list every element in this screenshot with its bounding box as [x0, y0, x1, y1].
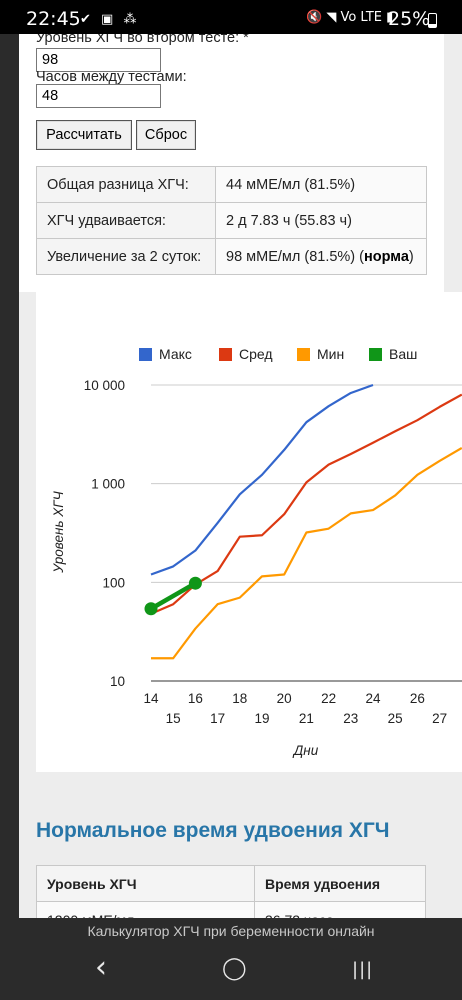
legend-label: Сред: [239, 346, 273, 362]
hours-label: Часов между тестами:: [36, 69, 187, 85]
x-tick-label: 14: [143, 691, 159, 706]
legend-swatch: [369, 348, 382, 361]
web-page[interactable]: Уровень ХГЧ во втором тесте: * Часов меж…: [19, 34, 462, 918]
calculator-form: Уровень ХГЧ во втором тесте: * Часов меж…: [19, 34, 444, 292]
legend-label: Макс: [159, 346, 192, 362]
result-value: 2 д 7.83 ч (55.83 ч): [215, 202, 427, 239]
y-tick-label: 100: [102, 575, 125, 590]
column-header: Время удвоения: [254, 865, 426, 902]
x-tick-label: 20: [277, 691, 292, 706]
second-test-label: Уровень ХГЧ во втором тесте: *: [36, 34, 249, 46]
section-title: Нормальное время удвоения ХГЧ: [36, 819, 390, 842]
table-row: Общая разница ХГЧ: 44 мМЕ/мл (81.5%): [36, 166, 427, 203]
x-axis-title: Дни: [292, 743, 319, 758]
x-tick-label: 21: [299, 711, 314, 726]
column-header: Уровень ХГЧ: [36, 865, 255, 902]
y-tick-label: 10: [110, 674, 125, 689]
x-tick-label: 24: [365, 691, 381, 706]
x-tick-label: 26: [410, 691, 425, 706]
doubling-table: Уровень ХГЧ Время удвоения 1200 мМЕ/мл 3…: [36, 865, 426, 918]
series-line: [151, 447, 462, 660]
result-label: Увеличение за 2 суток:: [36, 238, 216, 275]
table-row: Увеличение за 2 суток: 98 мМЕ/мл (81.5%)…: [36, 238, 427, 275]
x-tick-label: 17: [210, 711, 225, 726]
battery-icon: [428, 13, 437, 28]
data-point: [144, 602, 158, 616]
recent-apps-icon[interactable]: |||: [352, 959, 373, 980]
result-label: Общая разница ХГЧ:: [36, 166, 216, 203]
result-label: ХГЧ удваивается:: [36, 202, 216, 239]
results-table: Общая разница ХГЧ: 44 мМЕ/мл (81.5%) ХГЧ…: [36, 166, 427, 275]
result-value-text: 98 мМЕ/мл (81.5%) (: [226, 248, 364, 265]
legend-swatch: [219, 348, 232, 361]
chart-svg: 10 100 1 000 10 000 14 15 16 17 18 19 20 21 22 23 24 25…: [51, 346, 462, 758]
back-icon[interactable]: ‹: [95, 950, 107, 985]
table-row: 1200 мМЕ/мл 36.72 часа: [36, 901, 426, 918]
x-tick-label: 15: [166, 711, 181, 726]
battery-level: 25%: [388, 8, 431, 30]
hours-input[interactable]: [36, 84, 161, 108]
x-tick-label: 16: [188, 691, 203, 706]
result-value: 44 мМЕ/мл (81.5%): [215, 166, 427, 203]
legend-swatch: [297, 348, 310, 361]
table-header-row: Уровень ХГЧ Время удвоения: [36, 865, 426, 902]
x-tick-label: 18: [232, 691, 247, 706]
x-tick-label: 22: [321, 691, 336, 706]
legend-swatch: [139, 348, 152, 361]
navigation-bar: ‹ ◯ |||: [0, 944, 462, 1000]
status-bar: 22:45 ✔ ▣ ⁂ 🔇 ◥ Vo LTE ▮ 25%: [0, 0, 462, 34]
x-tick-label: 19: [254, 711, 269, 726]
reset-button[interactable]: Сброс: [136, 120, 196, 150]
signal-icons: 🔇 ◥ Vo LTE ▮: [306, 10, 394, 25]
status-time: 22:45: [26, 8, 81, 30]
x-tick-label: 27: [432, 711, 447, 726]
page-title-banner: Калькулятор ХГЧ при беременности онлайн: [0, 918, 462, 944]
result-value-tail: ): [408, 248, 414, 265]
notification-icons: ✔ ▣ ⁂: [80, 12, 140, 27]
table-row: ХГЧ удваивается: 2 д 7.83 ч (55.83 ч): [36, 202, 427, 239]
home-icon[interactable]: ◯: [222, 956, 247, 981]
table-cell: 1200 мМЕ/мл: [36, 901, 255, 918]
legend-label: Ваш: [389, 346, 417, 362]
hcg-chart: 10 100 1 000 10 000 14 15 16 17 18 19 20 21 22 23 24 25…: [36, 292, 462, 772]
data-point: [188, 576, 202, 590]
table-cell: 36.72 часа: [254, 901, 426, 918]
y-axis-title: Уровень ХГЧ: [51, 490, 66, 573]
norm-badge: норма: [364, 248, 409, 265]
series-line: [150, 383, 374, 576]
result-value: 98 мМЕ/мл (81.5%) (норма): [215, 238, 427, 275]
x-tick-label: 23: [343, 711, 358, 726]
x-tick-label: 25: [388, 711, 403, 726]
legend-label: Мин: [317, 346, 344, 362]
y-tick-label: 1 000: [91, 477, 125, 492]
calculate-button[interactable]: Рассчитать: [36, 120, 132, 150]
y-tick-label: 10 000: [84, 378, 125, 393]
